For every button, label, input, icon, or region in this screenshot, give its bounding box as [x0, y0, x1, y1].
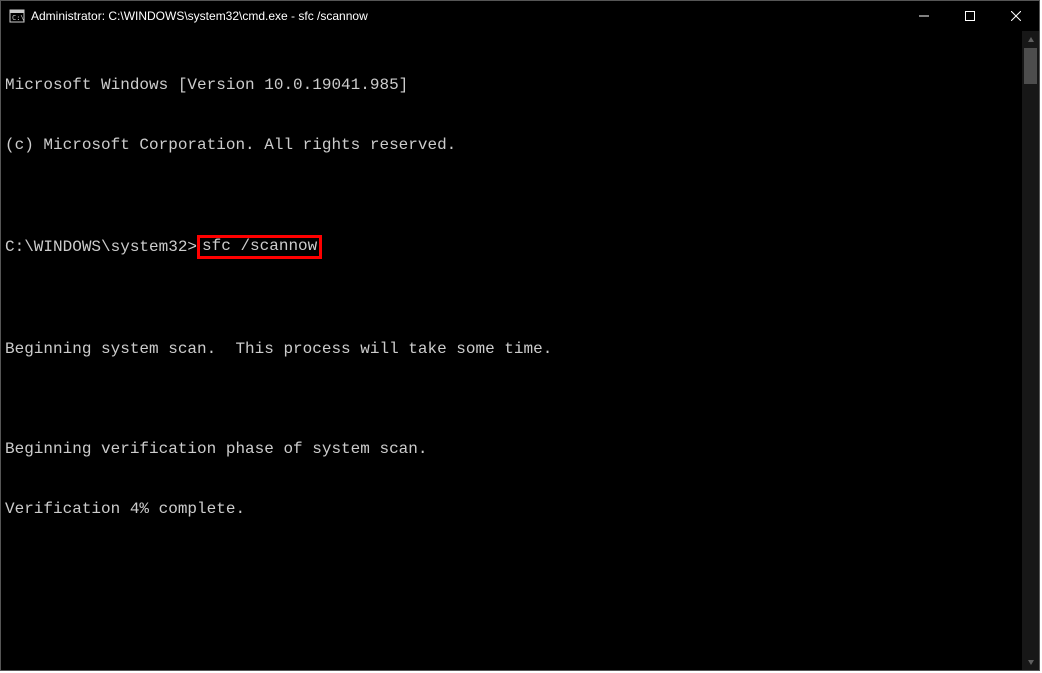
- copyright-line: (c) Microsoft Corporation. All rights re…: [5, 135, 1018, 155]
- verify-begin-line: Beginning verification phase of system s…: [5, 439, 1018, 459]
- scroll-up-button[interactable]: [1022, 31, 1039, 48]
- prompt-line: C:\WINDOWS\system32> sfc /scannow: [5, 235, 1018, 259]
- cmd-icon: C:\: [9, 8, 25, 24]
- maximize-button[interactable]: [947, 1, 993, 31]
- cmd-window: C:\ Administrator: C:\WINDOWS\system32\c…: [0, 0, 1040, 671]
- command-text: sfc /scannow: [202, 237, 317, 255]
- window-controls: [901, 1, 1039, 31]
- command-highlight: sfc /scannow: [197, 235, 322, 259]
- title-bar[interactable]: C:\ Administrator: C:\WINDOWS\system32\c…: [1, 1, 1039, 31]
- close-button[interactable]: [993, 1, 1039, 31]
- vertical-scrollbar[interactable]: [1022, 31, 1039, 670]
- terminal-output[interactable]: Microsoft Windows [Version 10.0.19041.98…: [1, 31, 1022, 670]
- scroll-thumb[interactable]: [1024, 48, 1037, 84]
- svg-text:C:\: C:\: [12, 14, 25, 22]
- content-area: Microsoft Windows [Version 10.0.19041.98…: [1, 31, 1039, 670]
- version-line: Microsoft Windows [Version 10.0.19041.98…: [5, 75, 1018, 95]
- scan-begin-line: Beginning system scan. This process will…: [5, 339, 1018, 359]
- prompt-text: C:\WINDOWS\system32>: [5, 237, 197, 257]
- verify-progress-line: Verification 4% complete.: [5, 499, 1018, 519]
- scroll-down-button[interactable]: [1022, 653, 1039, 670]
- window-title: Administrator: C:\WINDOWS\system32\cmd.e…: [31, 9, 901, 23]
- scroll-track[interactable]: [1022, 48, 1039, 653]
- minimize-button[interactable]: [901, 1, 947, 31]
